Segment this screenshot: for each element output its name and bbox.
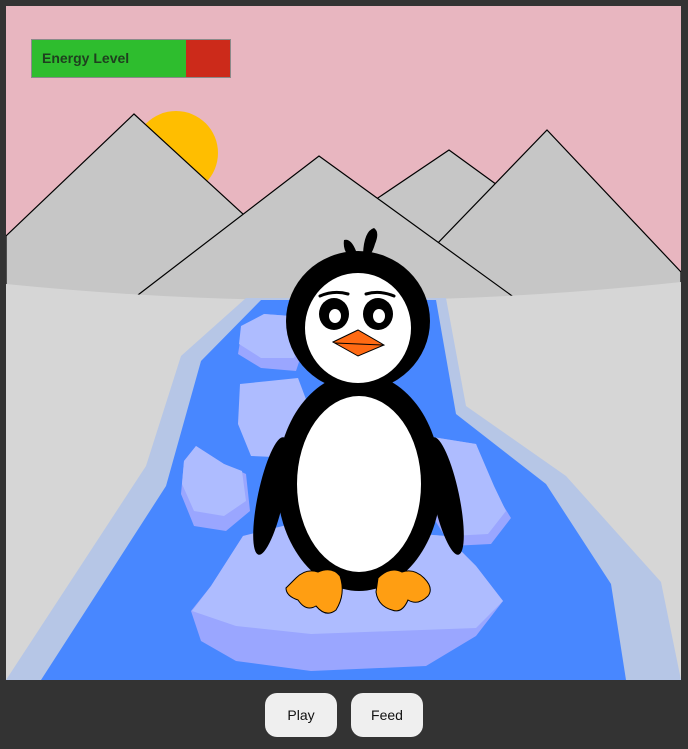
- game-scene: Energy Level: [6, 6, 681, 680]
- scene-canvas: [6, 6, 681, 680]
- penguin-face: [305, 273, 411, 383]
- penguin-belly: [297, 396, 421, 572]
- energy-label: Energy Level: [42, 50, 130, 66]
- energy-bar: Energy Level: [31, 39, 231, 78]
- game-window: Energy Level Play Feed: [0, 0, 688, 749]
- play-button[interactable]: Play: [265, 692, 337, 737]
- feed-button[interactable]: Feed: [351, 692, 423, 737]
- controls-bar: Play Feed: [0, 680, 688, 749]
